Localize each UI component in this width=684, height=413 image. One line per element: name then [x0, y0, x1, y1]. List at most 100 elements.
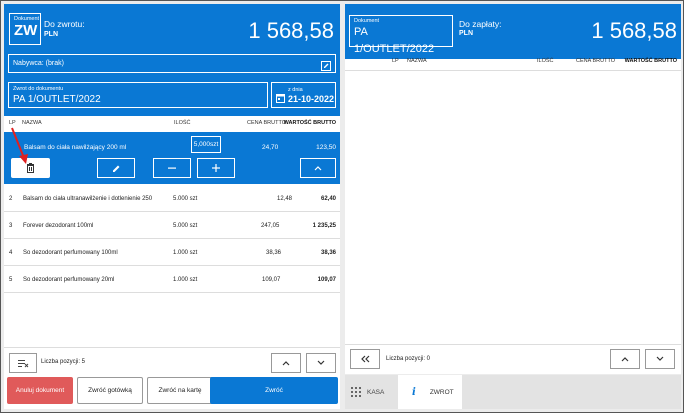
- row-value: 38,36: [320, 250, 336, 256]
- return-document-value: PA 1/OUTLET/2022: [13, 94, 101, 105]
- minus-icon: [168, 167, 176, 169]
- table-row[interactable]: 3 Forever dezodorant 100ml 5.000 szt 247…: [4, 212, 340, 239]
- pencil-icon: [112, 165, 119, 172]
- tab-zwrot-label: ZWROT: [429, 388, 454, 396]
- row-lp: 2: [9, 196, 13, 202]
- row-qty: 5.000 szt: [173, 196, 198, 202]
- move-back-button[interactable]: [350, 349, 380, 369]
- row-price: 109,07: [262, 277, 281, 283]
- chevron-up-icon: [621, 357, 629, 362]
- col-qty: ILOŚĆ: [537, 58, 554, 64]
- chevron-up-icon: [282, 361, 290, 366]
- row-lp: 5: [9, 277, 13, 283]
- document-code: PA 1/OUTLET/2022: [354, 26, 435, 55]
- row-lp: 3: [9, 223, 13, 229]
- list-footer: Liczba pozycji: 5: [4, 347, 340, 375]
- row-qty: 5.000 szt: [173, 223, 198, 229]
- double-chevron-left-icon: [361, 355, 370, 363]
- row-name: So dezodorant perfumowany 20ml: [23, 277, 115, 283]
- app-window: Dokument ZW Do zwrotu: PLN 1 568,58 Naby…: [0, 0, 684, 413]
- plus-icon: [212, 164, 220, 172]
- col-price: CENA BRUTTO: [576, 58, 616, 64]
- col-value: WARTOŚĆ BRUTTO: [283, 120, 336, 126]
- col-value: WARTOŚĆ BRUTTO: [624, 58, 677, 64]
- row-name: Balsam do ciała ultranawilżenie i dotlen…: [23, 196, 153, 202]
- chevron-down-icon: [656, 356, 664, 361]
- table-row[interactable]: 5 So dezodorant perfumowany 20ml 1.000 s…: [4, 266, 340, 293]
- tab-kasa[interactable]: KASA: [351, 381, 399, 403]
- date-field[interactable]: z dnia 21-10-2022: [271, 82, 336, 108]
- currency-label: PLN: [44, 31, 58, 38]
- row-name: So dezodorant perfumowany 100ml: [23, 250, 118, 256]
- items-count: Liczba pozycji: 0: [386, 356, 431, 362]
- payment-header: Dokument PA 1/OUTLET/2022 Do zapłaty: PL…: [345, 4, 681, 59]
- row-name: Forever dezodorant 100ml: [23, 223, 94, 229]
- scroll-down-button[interactable]: [306, 353, 336, 373]
- clear-list-icon: [17, 359, 28, 367]
- selected-qty[interactable]: 5,000szt: [191, 136, 221, 153]
- return-button[interactable]: Zwróć: [210, 377, 338, 404]
- selected-name: Balsam do ciała nawilżający 200 ml: [24, 144, 127, 151]
- row-price: 38,36: [266, 250, 282, 256]
- row-lp: 4: [9, 250, 13, 256]
- table-row[interactable]: 4 So dezodorant perfumowany 100ml 1.000 …: [4, 239, 340, 266]
- decrease-qty-button[interactable]: [153, 158, 191, 178]
- document-type-box[interactable]: Dokument ZW: [9, 13, 41, 45]
- collapse-row-button[interactable]: [300, 158, 336, 178]
- col-price: CENA BRUTTO: [247, 120, 287, 126]
- buyer-field[interactable]: Nabywca: (brak): [8, 54, 336, 73]
- tab-kasa-label: KASA: [367, 388, 385, 396]
- edit-row-button[interactable]: [97, 158, 135, 178]
- table-row[interactable]: 2 Balsam do ciała ultranawilżenie i dotl…: [4, 185, 340, 212]
- col-name: NAZWA: [407, 58, 427, 64]
- columns-header: LP NAZWA ILOŚĆ CENA BRUTTO WARTOŚĆ BRUTT…: [4, 120, 340, 130]
- calendar-icon: [276, 90, 285, 108]
- list-footer: Liczba pozycji: 0: [345, 344, 681, 374]
- scroll-down-button[interactable]: [645, 349, 675, 369]
- return-header: Dokument ZW Do zwrotu: PLN 1 568,58 Naby…: [4, 4, 340, 116]
- to-pay-label: Do zapłaty:: [459, 19, 502, 29]
- info-icon: i: [412, 386, 416, 398]
- chevron-up-icon: [314, 166, 322, 171]
- row-value: 109,07: [317, 277, 336, 283]
- tab-zwrot[interactable]: i ZWROT: [398, 375, 462, 409]
- items-count: Liczba pozycji: 5: [41, 359, 86, 365]
- selected-price: 24,70: [262, 144, 279, 151]
- payment-amount: 1 568,58: [591, 18, 677, 43]
- increase-qty-button[interactable]: [197, 158, 235, 178]
- chevron-down-icon: [317, 360, 325, 365]
- buyer-label: Nabywca: (brak): [13, 60, 64, 67]
- columns-header: LP NAZWA ILOŚĆ CENA BRUTTO WARTOŚĆ BRUTT…: [345, 58, 681, 68]
- scroll-up-button[interactable]: [271, 353, 301, 373]
- grid-icon: [351, 387, 361, 397]
- return-panel: Dokument ZW Do zwrotu: PLN 1 568,58 Naby…: [4, 4, 340, 409]
- to-return-label: Do zwrotu:: [44, 19, 85, 29]
- row-value: 1 235,25: [312, 223, 336, 229]
- payment-panel: Dokument PA 1/OUTLET/2022 Do zapłaty: PL…: [345, 4, 681, 374]
- row-value: 62,40: [320, 196, 336, 202]
- date-value: 21-10-2022: [288, 94, 335, 104]
- return-document-label: Zwrot do dokumentu: [13, 86, 64, 92]
- selected-row[interactable]: Balsam do ciała nawilżający 200 ml 5,000…: [4, 132, 340, 184]
- row-qty: 1.000 szt: [173, 250, 198, 256]
- scroll-up-button[interactable]: [610, 349, 640, 369]
- document-code: ZW: [14, 22, 38, 39]
- return-card-button[interactable]: Zwróć na kartę: [147, 377, 213, 404]
- date-label: z dnia: [288, 87, 303, 93]
- row-price: 247,05: [261, 223, 280, 229]
- return-cash-button[interactable]: Zwróć gotówką: [77, 377, 143, 404]
- cancel-document-button[interactable]: Anuluj dokument: [7, 377, 73, 404]
- return-document-field[interactable]: Zwrot do dokumentu PA 1/OUTLET/2022: [8, 82, 268, 108]
- edit-icon[interactable]: [321, 58, 331, 76]
- divider: [345, 70, 681, 71]
- row-qty: 1.000 szt: [173, 277, 198, 283]
- annotation-arrow-icon: [11, 127, 28, 164]
- clear-list-button[interactable]: [9, 353, 37, 373]
- col-qty: ILOŚĆ: [174, 120, 191, 126]
- currency-label: PLN: [459, 30, 473, 37]
- col-lp: LP: [392, 58, 399, 64]
- selected-value: 123,50: [316, 144, 336, 151]
- return-amount: 1 568,58: [248, 18, 334, 43]
- source-document-box[interactable]: Dokument PA 1/OUTLET/2022: [349, 15, 453, 55]
- row-price: 12,48: [277, 196, 293, 202]
